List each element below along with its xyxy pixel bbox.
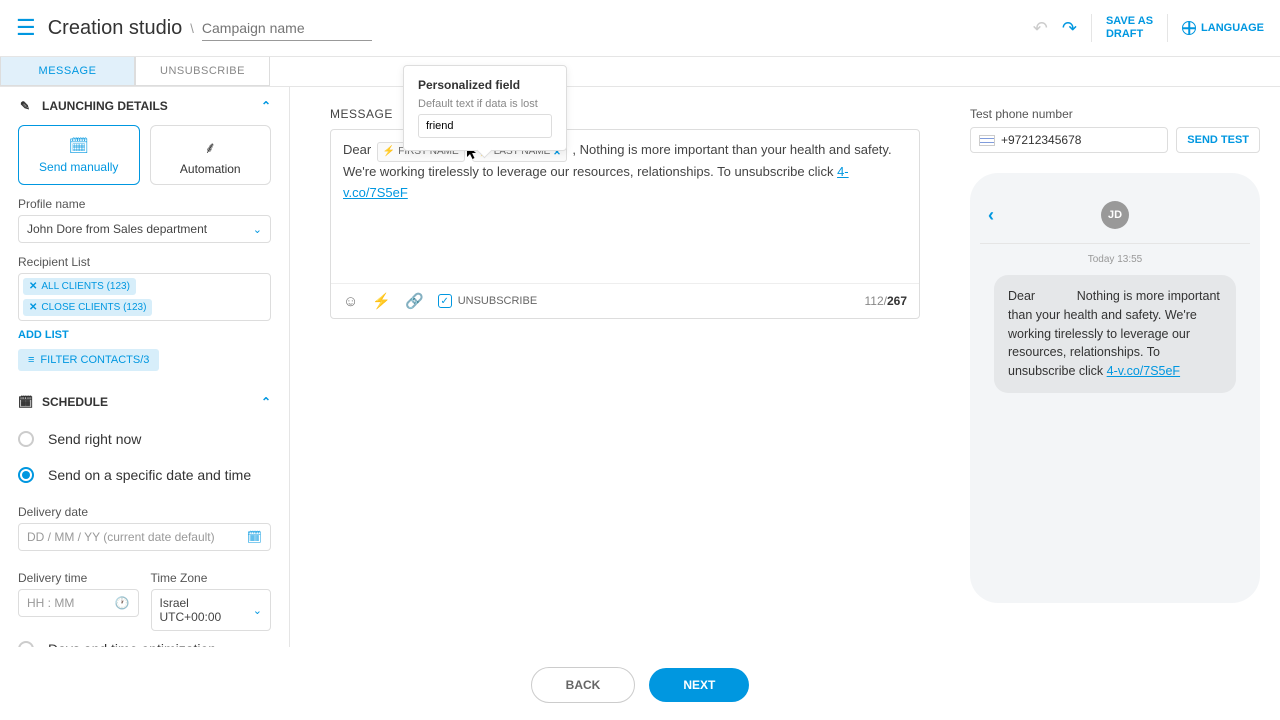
test-phone-label: Test phone number [970, 107, 1260, 121]
checkbox-on-icon: ✓ [438, 294, 452, 308]
timezone-label: Time Zone [151, 571, 272, 585]
recipient-list-label: Recipient List [18, 255, 271, 269]
back-button[interactable]: BACK [531, 667, 636, 703]
send-manually-button[interactable]: 🗓Send manually [18, 125, 140, 185]
preview-bubble: Dear Nothing is more important than your… [994, 275, 1236, 393]
radio-send-now[interactable]: Send right now [0, 421, 289, 457]
remove-chip-icon[interactable]: ✕ [29, 302, 37, 313]
chip-close-clients[interactable]: ✕CLOSE CLIENTS (123) [23, 299, 152, 316]
link-icon[interactable]: 🔗 [405, 292, 424, 310]
unsubscribe-checkbox[interactable]: ✓UNSUBSCRIBE [438, 294, 537, 308]
chevron-up-icon: ⌃ [261, 99, 271, 113]
section-schedule[interactable]: 🗓 SCHEDULE ⌃ [0, 383, 289, 421]
filter-contacts-button[interactable]: ≡FILTER CONTACTS/3 [18, 349, 159, 371]
radio-on-icon [18, 467, 34, 483]
delivery-time-label: Delivery time [18, 571, 139, 585]
personalized-field-popover: Personalized field Default text if data … [403, 65, 567, 151]
calendar-icon: 🗓 [19, 136, 139, 156]
campaign-name-input[interactable] [202, 16, 372, 41]
phone-preview: ‹ JD Today 13:55 Dear Nothing is more im… [970, 173, 1260, 603]
radio-optimize[interactable]: Days and time optimization [0, 631, 289, 647]
bolt-icon[interactable]: ⚡ [372, 292, 391, 310]
flag-icon [979, 135, 995, 146]
undo-icon[interactable]: ↶ [1033, 18, 1048, 39]
profile-name-label: Profile name [18, 197, 271, 211]
tab-unsubscribe[interactable]: UNSUBSCRIBE [135, 57, 270, 86]
redo-icon[interactable]: ↷ [1062, 18, 1077, 39]
edit-icon: ✎ [18, 99, 32, 113]
message-editor[interactable]: Personalized field Default text if data … [330, 129, 920, 319]
next-button[interactable]: NEXT [649, 668, 749, 702]
back-icon: ‹ [988, 205, 994, 226]
radio-send-specific[interactable]: Send on a specific date and time [0, 457, 289, 493]
add-list-button[interactable]: ADD LIST [18, 329, 69, 341]
filter-icon: ≡ [28, 354, 34, 366]
radio-icon [18, 431, 34, 447]
menu-icon[interactable]: ☰ [16, 15, 36, 41]
section-launching[interactable]: ✎ LAUNCHING DETAILS ⌃ [0, 87, 289, 125]
remove-chip-icon[interactable]: ✕ [29, 281, 37, 292]
language-button[interactable]: LANGUAGE [1182, 21, 1264, 35]
char-counter: 112/267 [865, 294, 908, 308]
bolt-icon: ⚡ [383, 144, 395, 160]
popover-input[interactable] [418, 114, 552, 138]
profile-select[interactable]: John Dore from Sales department⌄ [18, 215, 271, 243]
preview-link: 4-v.co/7S5eF [1107, 364, 1180, 378]
radio-icon [18, 641, 34, 647]
timezone-select[interactable]: Israel UTC+00:00⌄ [151, 589, 272, 631]
calendar-icon: 🗓 [18, 395, 32, 409]
send-test-button[interactable]: SEND TEST [1176, 127, 1260, 153]
emoji-icon[interactable]: ☺ [343, 293, 358, 310]
chip-all-clients[interactable]: ✕ALL CLIENTS (123) [23, 278, 136, 295]
delivery-time-input[interactable]: HH : MM🕐 [18, 589, 139, 617]
save-draft-button[interactable]: SAVE AS DRAFT [1106, 15, 1153, 41]
automation-icon: ⸙ [151, 136, 271, 158]
calendar-icon: 🗓 [247, 530, 262, 544]
popover-title: Personalized field [418, 78, 552, 92]
avatar: JD [1101, 201, 1129, 229]
delivery-date-label: Delivery date [18, 505, 271, 519]
preview-date: Today 13:55 [980, 244, 1250, 275]
automation-button[interactable]: ⸙Automation [150, 125, 272, 185]
globe-icon [1182, 21, 1196, 35]
chevron-down-icon: ⌄ [253, 604, 262, 617]
chevron-down-icon: ⌄ [253, 223, 262, 236]
popover-sub: Default text if data is lost [418, 98, 552, 110]
chevron-up-icon: ⌃ [261, 395, 271, 409]
recipient-chips[interactable]: ✕ALL CLIENTS (123) ✕CLOSE CLIENTS (123) [18, 273, 271, 321]
delivery-date-input[interactable]: DD / MM / YY (current date default)🗓 [18, 523, 271, 551]
tab-message[interactable]: MESSAGE [0, 57, 135, 86]
clock-icon: 🕐 [115, 596, 130, 610]
app-title: Creation studio [48, 17, 183, 40]
test-phone-input[interactable]: +97212345678 [970, 127, 1168, 153]
